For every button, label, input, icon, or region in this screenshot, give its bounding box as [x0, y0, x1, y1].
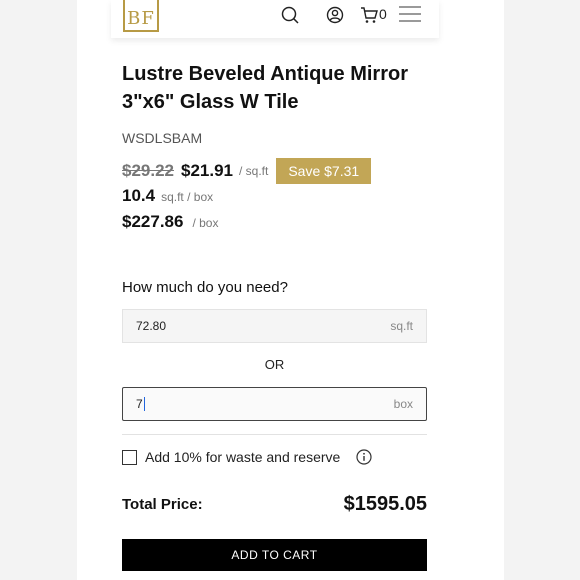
product-page: BF 0 Lustre Beveled Antique Mirror 3"x6"… [77, 0, 504, 580]
waste-checkbox[interactable] [122, 449, 137, 465]
box-quantity-value-wrap[interactable]: 7 [136, 397, 394, 412]
product-title: Lustre Beveled Antique Mirror 3"x6" Glas… [122, 63, 408, 113]
info-icon[interactable] [356, 449, 372, 465]
search-icon[interactable] [281, 6, 299, 24]
user-icon[interactable] [326, 6, 344, 24]
original-price: $29.22 [122, 161, 174, 180]
box-quantity-input[interactable]: 7 box [122, 387, 427, 421]
or-separator: OR [264, 357, 285, 372]
coverage-value: 10.4 [122, 186, 156, 205]
coverage-unit: sq.ft / box [161, 190, 214, 204]
sqft-input[interactable]: 72.80 sq.ft [122, 309, 427, 343]
waste-label[interactable]: Add 10% for waste and reserve [145, 449, 340, 465]
product-sku: WSDLSBAM [122, 130, 203, 146]
box-price-unit: / box [192, 216, 219, 230]
site-header: BF 0 [111, 0, 439, 38]
save-badge: Save $7.31 [276, 158, 372, 184]
sqft-value[interactable]: 72.80 [136, 319, 390, 333]
brand-logo[interactable]: BF [123, 0, 159, 32]
sale-price: $21.91 [181, 161, 233, 180]
coverage-row: 10.4 sq.ft / box [122, 186, 213, 206]
box-unit-label: box [393, 397, 413, 411]
box-price: $227.86 [122, 212, 184, 231]
cart-count-badge[interactable]: 0 [379, 6, 387, 22]
price-unit: / sq.ft [239, 164, 269, 178]
box-price-row: $227.86 / box [122, 212, 218, 232]
cart-icon[interactable] [360, 6, 378, 24]
divider [122, 434, 427, 435]
quantity-question: How much do you need? [122, 279, 288, 296]
text-caret [143, 397, 145, 412]
total-price: $1595.05 [343, 492, 427, 515]
price-row: $29.22 $21.91 / sq.ft Save $7.31 [122, 158, 372, 184]
total-row: Total Price: $1595.05 [122, 491, 427, 517]
add-to-cart-button[interactable]: ADD TO CART [122, 539, 427, 571]
total-label: Total Price: [122, 495, 203, 513]
waste-option-row: Add 10% for waste and reserve [122, 449, 427, 465]
menu-icon[interactable] [399, 6, 421, 24]
sqft-unit-label: sq.ft [390, 319, 413, 333]
box-quantity-value[interactable]: 7 [136, 397, 143, 411]
